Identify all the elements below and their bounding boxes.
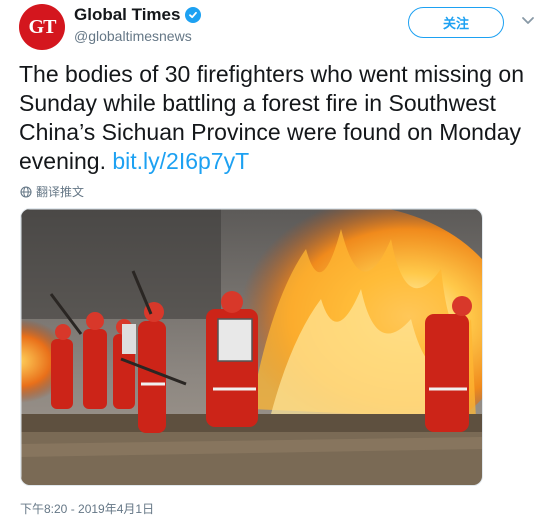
name-row: Global Times <box>74 5 202 25</box>
account-handle[interactable]: @globaltimesnews <box>74 28 192 44</box>
firefighters-photo <box>21 209 482 485</box>
verified-badge-icon <box>185 7 202 23</box>
tweet-header: GT Global Times @globaltimesnews 关注 <box>0 0 550 56</box>
tweet-body: The bodies of 30 firefighters who went m… <box>19 61 524 174</box>
translate-tweet-link[interactable]: 翻译推文 <box>20 183 84 200</box>
tweet-text: The bodies of 30 firefighters who went m… <box>19 60 539 176</box>
avatar[interactable]: GT <box>19 4 65 50</box>
follow-button[interactable]: 关注 <box>408 7 504 38</box>
translate-label: 翻译推文 <box>36 185 85 199</box>
tweet-timestamp[interactable]: 下午8:20 - 2019年4月1日 <box>20 500 154 517</box>
globe-icon <box>20 185 32 198</box>
tweet-photo[interactable] <box>20 208 483 486</box>
display-name[interactable]: Global Times <box>74 5 180 25</box>
avatar-logo-text: GT <box>28 15 57 38</box>
tweet-link[interactable]: bit.ly/2I6p7yT <box>112 148 249 174</box>
chevron-down-icon[interactable] <box>519 11 537 29</box>
